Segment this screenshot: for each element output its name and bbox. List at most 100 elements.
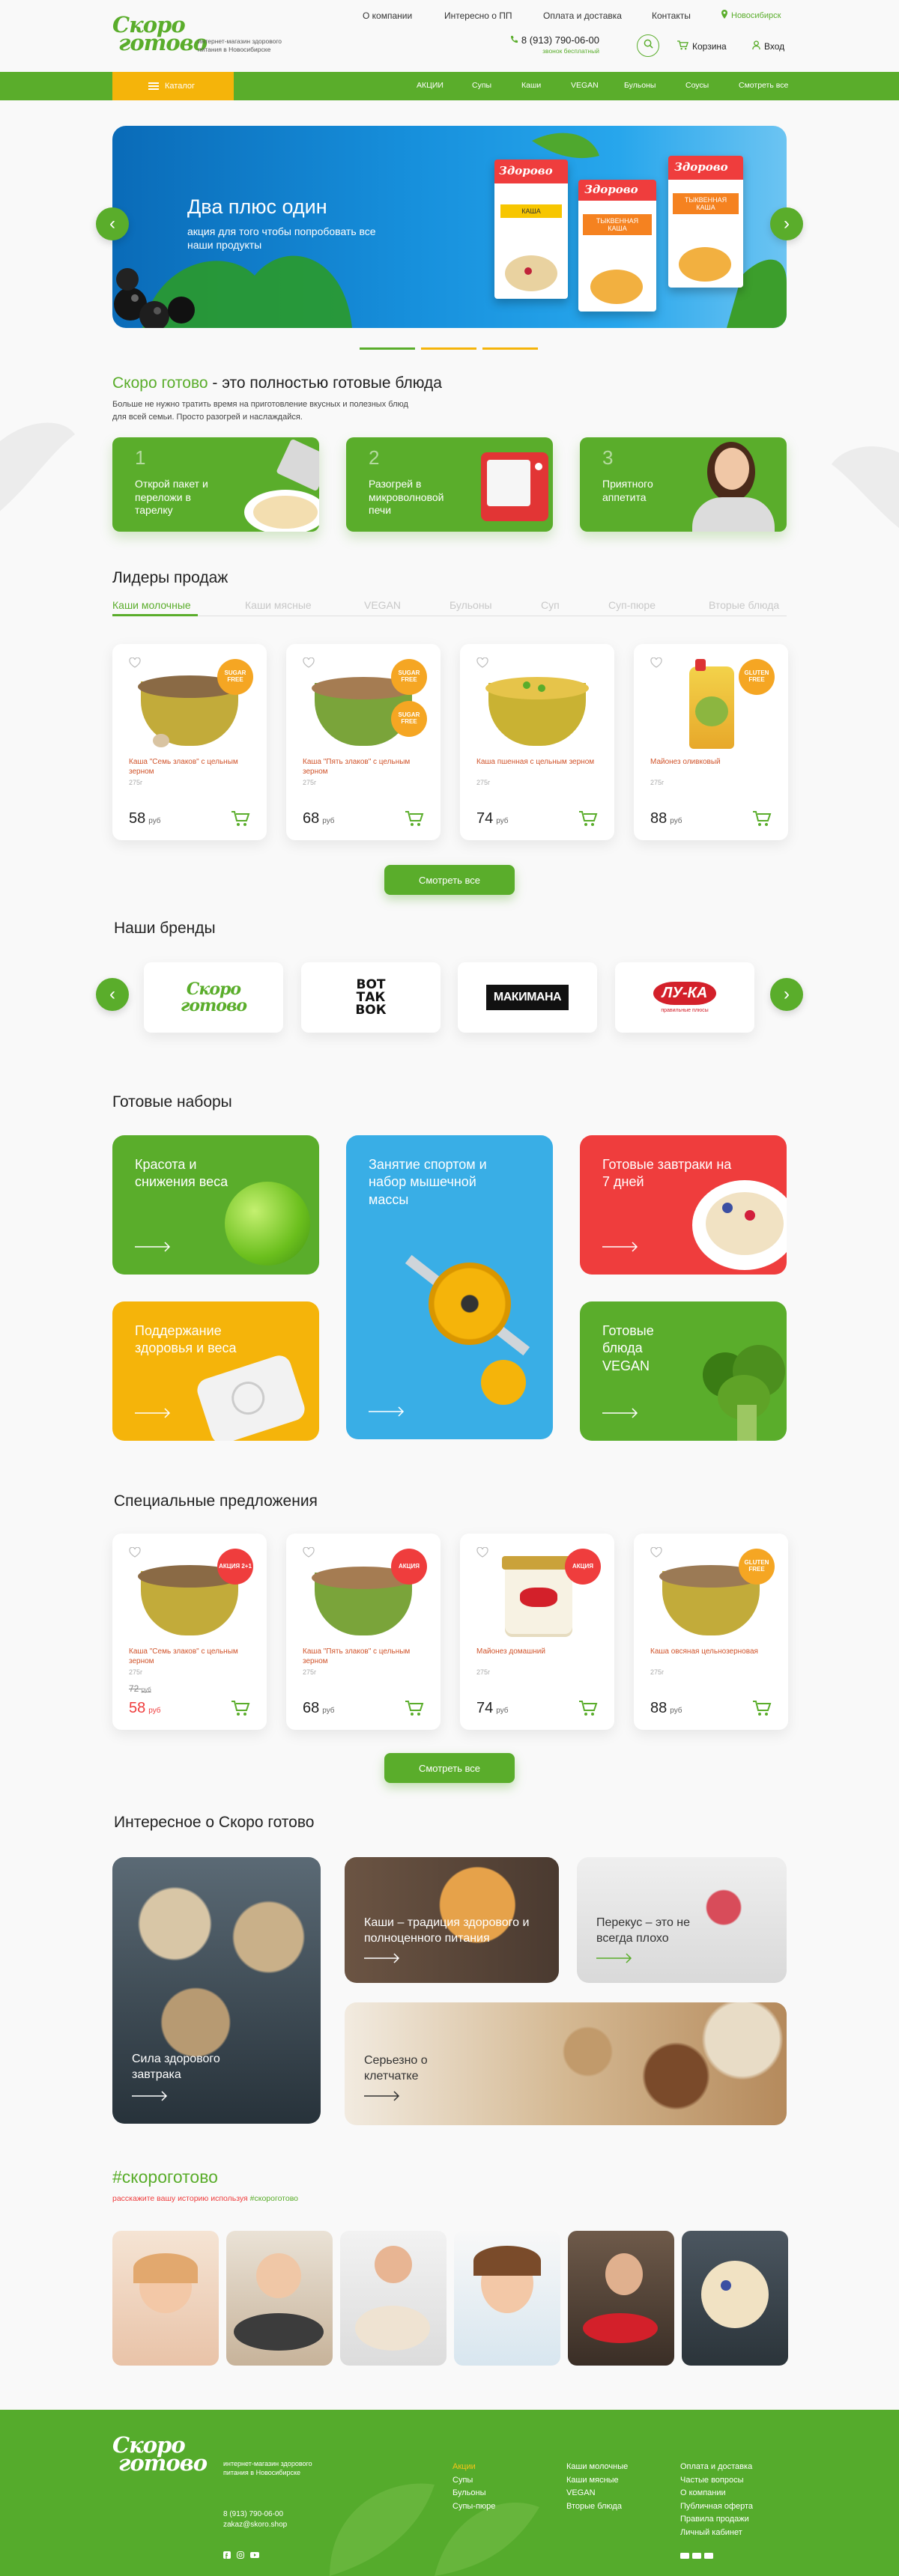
product-card[interactable]: SUGAR FREE SUGAR FREE Каша "Пять злаков"… xyxy=(286,644,441,840)
add-to-cart-icon[interactable] xyxy=(578,810,598,827)
footer-link-about[interactable]: О компании xyxy=(680,2487,753,2500)
special-product-card[interactable]: АКЦИЯ Каша "Пять злаков" с цельным зерно… xyxy=(286,1534,441,1730)
add-to-cart-icon[interactable] xyxy=(231,810,250,827)
blog-card-breakfast[interactable]: Сила здорового завтрака xyxy=(112,1857,321,2124)
banner-next-button[interactable]: › xyxy=(770,207,803,240)
brands-next-button[interactable]: › xyxy=(770,978,803,1011)
product-name[interactable]: Каша "Пять злаков" с цельным зерном xyxy=(303,758,430,777)
blog-card-porridge[interactable]: Каши – традиция здорового и полноценного… xyxy=(345,1857,559,1983)
tab-vegan[interactable]: VEGAN xyxy=(364,599,401,611)
leaders-view-all-button[interactable]: Смотреть все xyxy=(384,865,515,895)
add-to-cart-icon[interactable] xyxy=(405,810,424,827)
product-name[interactable]: Майонез оливковый xyxy=(650,758,778,768)
toplink-pp[interactable]: Интересно о ПП xyxy=(444,10,512,21)
banner-dot-3[interactable] xyxy=(482,347,538,350)
facebook-icon[interactable] xyxy=(223,2549,231,2563)
brand-luka[interactable]: ЛУ-КА правильные плюсы xyxy=(615,962,754,1033)
cart-link[interactable]: Корзина xyxy=(677,40,727,52)
banner-dot-2[interactable] xyxy=(421,347,476,350)
ugc-photo[interactable] xyxy=(682,2231,788,2366)
ugc-photo[interactable] xyxy=(568,2231,674,2366)
nav-soups[interactable]: Супы xyxy=(472,81,491,90)
footer-link-faq[interactable]: Частые вопросы xyxy=(680,2474,753,2488)
tab-puree-soup[interactable]: Суп-пюре xyxy=(608,599,656,611)
special-view-all-button[interactable]: Смотреть все xyxy=(384,1753,515,1783)
footer-link-main[interactable]: Вторые блюда xyxy=(566,2500,628,2514)
add-to-cart-icon[interactable] xyxy=(752,1700,772,1716)
add-to-cart-icon[interactable] xyxy=(752,810,772,827)
set-card-vegan[interactable]: Готовые блюда VEGAN xyxy=(580,1301,787,1441)
product-name[interactable]: Каша "Семь злаков" с цельным зерном xyxy=(129,1647,256,1666)
product-name[interactable]: Каша овсяная цельнозерновая xyxy=(650,1647,778,1657)
tab-main-dishes[interactable]: Вторые блюда xyxy=(709,599,779,611)
ugc-caption-tag[interactable]: #скороготово xyxy=(250,2194,298,2203)
product-name[interactable]: Майонез домашний xyxy=(476,1647,604,1657)
footer-logo[interactable]: Скоро готово xyxy=(112,2434,208,2473)
nav-broths[interactable]: Бульоны xyxy=(624,81,656,90)
product-name[interactable]: Каша "Семь злаков" с цельным зерном xyxy=(129,758,256,777)
special-product-card[interactable]: АКЦИЯ Майонез домашний 275г 74 руб xyxy=(460,1534,614,1730)
add-to-cart-icon[interactable] xyxy=(578,1700,598,1716)
product-card[interactable]: GLUTEN FREE Майонез оливковый 275г 88 руб xyxy=(634,644,788,840)
footer-email[interactable]: zakaz@skoro.shop xyxy=(223,2521,287,2529)
footer-link-delivery[interactable]: Оплата и доставка xyxy=(680,2461,753,2474)
footer-phone[interactable]: 8 (913) 790-06-00 xyxy=(223,2510,283,2518)
toplink-contacts[interactable]: Контакты xyxy=(652,10,691,21)
nav-promo[interactable]: АКЦИИ xyxy=(417,81,444,90)
toplink-about[interactable]: О компании xyxy=(363,10,412,21)
footer-link-broths[interactable]: Бульоны xyxy=(452,2487,495,2500)
toplink-delivery[interactable]: Оплата и доставка xyxy=(543,10,622,21)
nav-all[interactable]: Смотреть все xyxy=(739,81,788,90)
footer-link-meat[interactable]: Каши мясные xyxy=(566,2474,628,2488)
brands-prev-button[interactable]: ‹ xyxy=(96,978,129,1011)
ugc-photo[interactable] xyxy=(112,2231,219,2366)
tab-broths[interactable]: Бульоны xyxy=(450,599,492,611)
blog-card-fiber[interactable]: Серьезно о клетчатке xyxy=(345,2002,787,2125)
set-card-beauty[interactable]: Красота и снижения веса xyxy=(112,1135,319,1275)
login-link[interactable]: Вход xyxy=(752,40,784,52)
footer-link-offer[interactable]: Публичная оферта xyxy=(680,2500,753,2514)
add-to-cart-icon[interactable] xyxy=(405,1700,424,1716)
brand-skoro-gotovo[interactable]: Скоро готово xyxy=(144,962,283,1033)
product-card[interactable]: Каша пшенная с цельным зерном 275г 74 руб xyxy=(460,644,614,840)
nav-sauces[interactable]: Соусы xyxy=(685,81,709,90)
set-card-health[interactable]: Поддержание здоровья и веса xyxy=(112,1301,319,1441)
special-product-card[interactable]: АКЦИЯ 2+1 Каша "Семь злаков" с цельным з… xyxy=(112,1534,267,1730)
ugc-photo[interactable] xyxy=(340,2231,447,2366)
search-button[interactable] xyxy=(637,34,659,57)
brand-vot-tak-vok[interactable]: ВОТ ТАК ВОК xyxy=(301,962,441,1033)
footer-link-soups[interactable]: Супы xyxy=(452,2474,495,2488)
footer-link-dairy[interactable]: Каши молочные xyxy=(566,2461,628,2474)
banner-dot-1[interactable] xyxy=(360,347,415,350)
product-name[interactable]: Каша пшенная с цельным зерном xyxy=(476,758,604,768)
city-selector[interactable]: Новосибирск xyxy=(721,10,781,21)
footer-link-account[interactable]: Личный кабинет xyxy=(680,2527,753,2540)
brand-makimana[interactable]: МАКИМАНА xyxy=(458,962,597,1033)
promo-banner[interactable]: Здорово КАША Здорово ТЫКВЕННАЯ КАША Здор… xyxy=(112,126,787,328)
footer-link-rules[interactable]: Правила продажи xyxy=(680,2513,753,2527)
product-card[interactable]: SUGAR FREE Каша "Семь злаков" с цельным … xyxy=(112,644,267,840)
set-card-breakfast[interactable]: Готовые завтраки на 7 дней xyxy=(580,1135,787,1275)
tab-dairy-porridge[interactable]: Каши молочные xyxy=(112,599,191,611)
product-name[interactable]: Каша "Пять злаков" с цельным зерном xyxy=(303,1647,430,1666)
phone-block[interactable]: 8 (913) 790-06-00 звонок бесплатный xyxy=(500,34,599,55)
youtube-icon[interactable] xyxy=(250,2549,259,2563)
tab-soup[interactable]: Суп xyxy=(541,599,560,611)
blog-card-snack[interactable]: Перекус – это не всегда плохо xyxy=(577,1857,787,1983)
banner-prev-button[interactable]: ‹ xyxy=(96,207,129,240)
footer-link-promo[interactable]: Акции xyxy=(452,2461,495,2474)
ugc-photo[interactable] xyxy=(226,2231,333,2366)
special-product-card[interactable]: GLUTEN FREE Каша овсяная цельнозерновая … xyxy=(634,1534,788,1730)
catalog-button[interactable]: Каталог xyxy=(112,72,234,100)
instagram-icon[interactable] xyxy=(237,2549,244,2563)
ugc-photo[interactable] xyxy=(454,2231,560,2366)
set-card-sport[interactable]: Занятие спортом и набор мышечной массы xyxy=(346,1135,553,1439)
nav-porridge[interactable]: Каши xyxy=(521,81,541,90)
step-2-text: Разогрей в микроволновой печи xyxy=(369,478,444,516)
footer-link-vegan[interactable]: VEGAN xyxy=(566,2487,628,2500)
add-to-cart-icon[interactable] xyxy=(231,1700,250,1716)
tab-meat-porridge[interactable]: Каши мясные xyxy=(245,599,312,611)
nav-vegan[interactable]: VEGAN xyxy=(571,81,599,90)
footer-link-puree[interactable]: Супы-пюре xyxy=(452,2500,495,2514)
logo[interactable]: Скоро готово xyxy=(112,14,208,53)
